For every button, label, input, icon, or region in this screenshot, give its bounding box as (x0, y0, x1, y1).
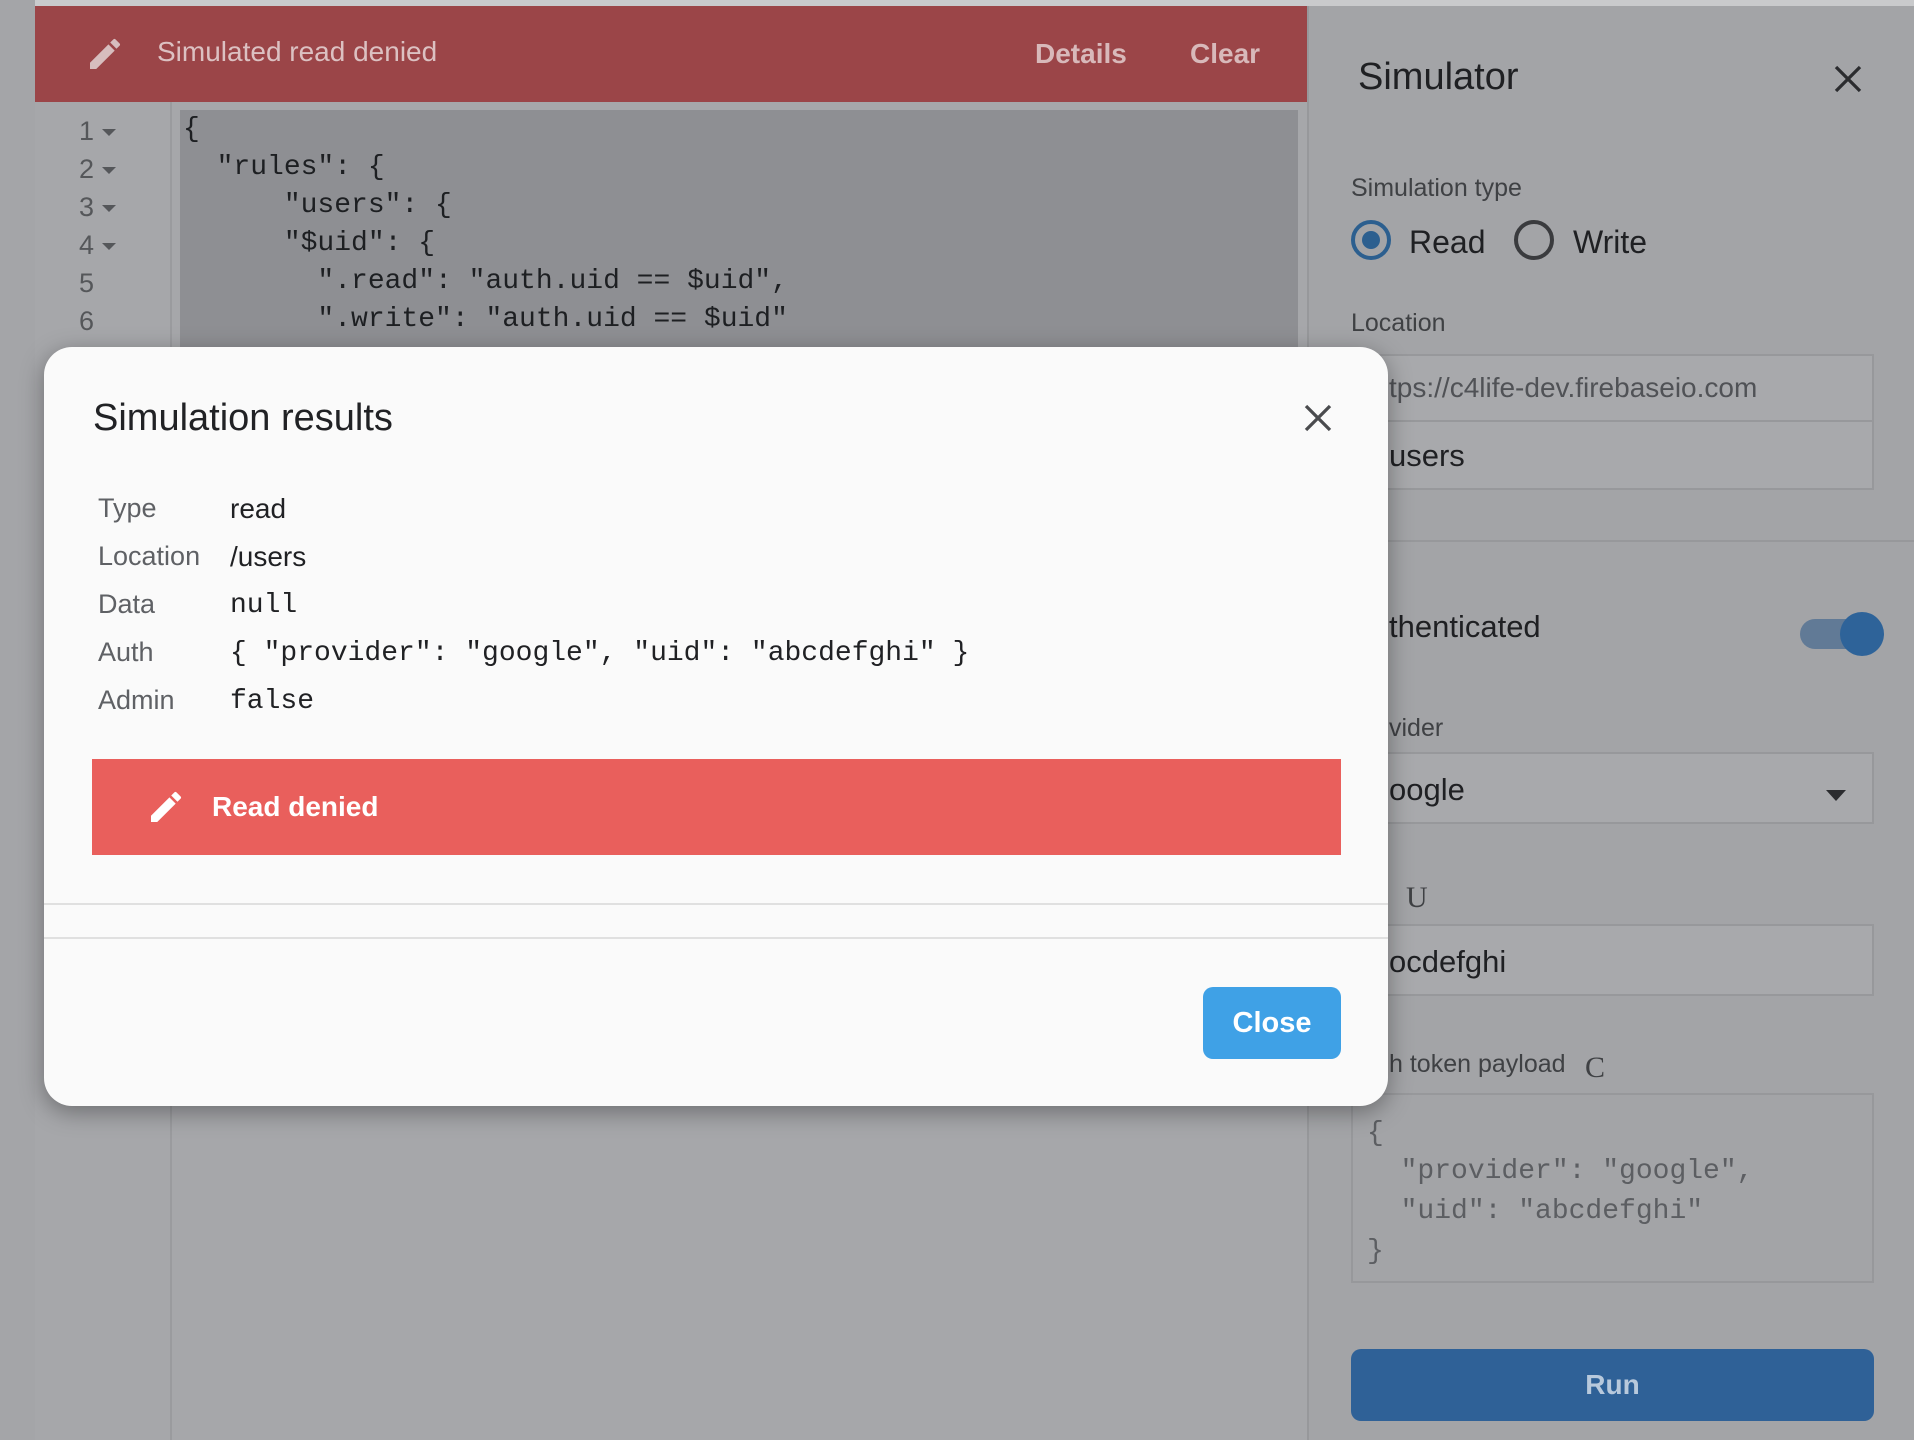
result-label-location: Location (98, 541, 201, 571)
location-path-value: users (1389, 438, 1465, 473)
uid-value: ocdefghi (1389, 944, 1507, 979)
banner-title: Simulated read denied (157, 36, 438, 67)
code-line: "rules": { (183, 152, 385, 183)
result-value-location: /users (230, 541, 307, 572)
authenticated-toggle-knob[interactable] (1840, 612, 1884, 656)
write-radio[interactable] (1514, 220, 1554, 260)
dialog-title: Simulation results (93, 397, 393, 439)
run-button[interactable]: Run (1351, 1349, 1874, 1421)
line-number: 5 (79, 268, 95, 298)
fold-caret-icon[interactable] (102, 205, 117, 213)
details-button[interactable]: Details (1035, 38, 1127, 70)
left-gutter (0, 0, 35, 1440)
fold-caret-icon[interactable] (102, 243, 117, 251)
close-icon[interactable] (1300, 400, 1336, 436)
provider-value: oogle (1389, 772, 1465, 807)
dialog-divider (44, 903, 1388, 905)
line-number[interactable]: 2 (79, 154, 117, 185)
result-value-data: null (230, 590, 298, 621)
dialog-divider (44, 937, 1388, 939)
chevron-down-icon[interactable] (1826, 790, 1846, 801)
provider-label: vider (1389, 714, 1444, 742)
close-icon[interactable] (1830, 61, 1866, 97)
location-base-text: tps://c4life-dev.firebaseio.com (1389, 372, 1758, 403)
token-payload-line: { (1367, 1118, 1384, 1149)
result-value-auth: { "provider": "google", "uid": "abcdefgh… (230, 638, 970, 669)
result-label-data: Data (98, 589, 156, 619)
result-label-auth: Auth (98, 637, 154, 667)
read-radio-label[interactable]: Read (1409, 224, 1486, 261)
token-payload-line: "provider": "google", (1367, 1156, 1754, 1187)
close-button[interactable]: Close (1203, 987, 1341, 1059)
code-line: ".write": "auth.uid == $uid" (183, 304, 788, 335)
status-banner: Simulated read denied Details Clear (35, 6, 1307, 102)
write-radio-label[interactable]: Write (1573, 224, 1647, 261)
code-line: ".read": "auth.uid == $uid", (183, 266, 788, 297)
uid-label-glyph: U (1406, 881, 1428, 914)
code-line: "users": { (183, 190, 452, 221)
read-denied-text: Read denied (212, 791, 379, 822)
simulation-type-label: Simulation type (1351, 174, 1522, 202)
fold-caret-icon[interactable] (102, 129, 117, 137)
read-radio[interactable] (1351, 220, 1391, 260)
token-payload-line: } (1367, 1236, 1384, 1267)
line-number[interactable]: 3 (79, 192, 117, 223)
simulation-results-dialog: Simulation results Type read Location /u… (44, 347, 1388, 1106)
token-payload-label: h token payload (1389, 1050, 1566, 1078)
result-label-type: Type (98, 493, 157, 523)
location-label: Location (1351, 309, 1446, 337)
result-label-admin: Admin (98, 685, 175, 715)
result-value-admin: false (230, 686, 315, 717)
token-label-glyph: C (1585, 1051, 1606, 1084)
line-number[interactable]: 4 (79, 230, 117, 261)
code-line: { (183, 114, 200, 145)
pencil-icon (151, 791, 182, 822)
result-value-type: read (230, 493, 287, 524)
fold-caret-icon[interactable] (102, 167, 117, 175)
line-number[interactable]: 1 (79, 116, 117, 147)
pencil-icon (90, 38, 121, 69)
read-denied-banner: Read denied (92, 759, 1341, 855)
simulator-title: Simulator (1358, 56, 1519, 98)
simulator-panel: Simulator Simulation type Read Write Loc… (1307, 6, 1914, 1440)
line-number: 6 (79, 306, 95, 336)
token-payload-editor[interactable] (1351, 1093, 1874, 1283)
code-line: "$uid": { (183, 228, 436, 259)
token-payload-line: "uid": "abcdefghi" (1367, 1196, 1704, 1227)
clear-button[interactable]: Clear (1190, 38, 1260, 70)
authenticated-label: thenticated (1389, 609, 1541, 644)
section-divider (1309, 540, 1914, 542)
